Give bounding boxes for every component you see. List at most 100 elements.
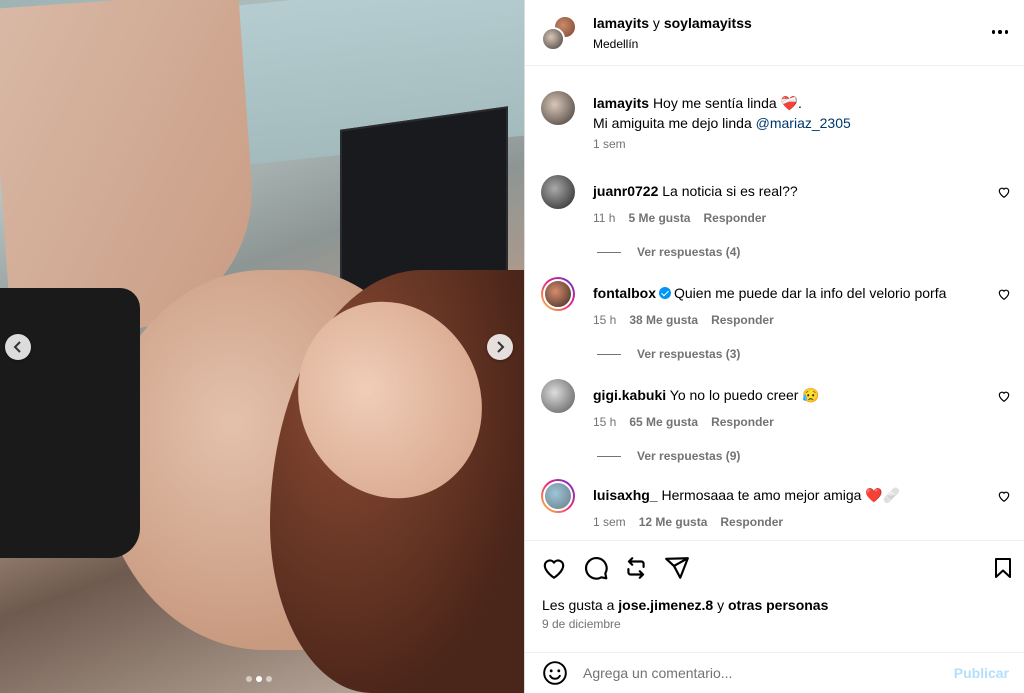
reply-button[interactable]: Responder [711, 415, 774, 429]
post-authors: lamayits y soylamayitss [593, 15, 752, 31]
likes-summary: Les gusta a jose.jimenez.8 y otras perso… [542, 597, 828, 613]
comment-time[interactable]: 1 sem [593, 515, 626, 529]
reply-button[interactable]: Responder [711, 313, 774, 327]
comment-time[interactable]: 15 h [593, 313, 616, 327]
verified-icon [659, 287, 671, 299]
more-icon [991, 30, 996, 34]
carousel-dots [246, 676, 272, 682]
share-icon[interactable] [664, 555, 690, 581]
comment-meta: 15 h 38 Me gusta Responder [593, 313, 774, 327]
comment-item: fontalbox Quien me puede dar la info del … [541, 277, 1011, 367]
chevron-left-icon [13, 341, 21, 353]
comment-composer: Publicar [525, 652, 1024, 693]
comment-time[interactable]: 11 h [593, 211, 615, 225]
heart-icon[interactable] [997, 185, 1011, 199]
comment-body: Yo no lo puedo creer 😥 [669, 387, 820, 403]
more-options-button[interactable] [988, 20, 1012, 44]
location-link[interactable]: Medellín [593, 37, 752, 51]
replies-label: Ver respuestas (4) [637, 245, 741, 259]
carousel-dot [266, 676, 272, 682]
heart-icon[interactable] [997, 389, 1011, 403]
comment-input[interactable] [583, 661, 943, 685]
likes-others-link[interactable]: otras personas [728, 597, 828, 613]
avatar[interactable] [541, 379, 575, 413]
carousel-dot [246, 676, 252, 682]
likes-user-link[interactable]: jose.jimenez.8 [618, 597, 713, 613]
mention-link[interactable]: @mariaz_2305 [756, 115, 851, 131]
comment-text: fontalbox Quien me puede dar la info del … [593, 283, 993, 303]
post-header: lamayits y soylamayitss Medellín [525, 0, 1024, 66]
authors-conjunction: y [649, 14, 664, 31]
chevron-right-icon [497, 341, 505, 353]
post-actions [525, 540, 1024, 596]
carousel-dot-active [256, 676, 262, 682]
post-panel: lamayits y soylamayitss Medellín lamayit… [524, 0, 1024, 693]
comment-username[interactable]: lamayits [593, 95, 649, 111]
likes-prefix: Les gusta a [542, 597, 619, 613]
more-icon-dot [998, 30, 1002, 34]
caption-text: lamayits Hoy me sentía linda ❤️‍🩹. Mi am… [593, 93, 993, 133]
caption-line: Mi amiguita me dejo linda [593, 115, 756, 131]
comment-time[interactable]: 15 h [593, 415, 616, 429]
post-date[interactable]: 9 de diciembre [542, 617, 621, 631]
more-icon-dot [1004, 30, 1009, 34]
comment-likes[interactable]: 5 Me gusta [628, 211, 690, 225]
comment-item: luisaxhg_ Hermosaaa te amo mejor amiga ❤… [541, 479, 1011, 539]
caption-punctuation: . [798, 95, 802, 111]
reply-button[interactable]: Responder [703, 211, 766, 225]
caption-emoji: ❤️‍🩹 [780, 95, 798, 111]
reply-button[interactable]: Responder [720, 515, 783, 529]
view-replies-button[interactable]: Ver respuestas (4) [597, 245, 740, 259]
photo-top [0, 288, 140, 558]
comment-meta: 1 sem 12 Me gusta Responder [593, 515, 783, 529]
comment-username[interactable]: gigi.kabuki [593, 387, 666, 403]
collab-avatars[interactable] [541, 14, 577, 51]
comment-username[interactable]: fontalbox [593, 285, 656, 301]
heart-icon[interactable] [997, 489, 1011, 503]
repost-icon[interactable] [623, 555, 649, 581]
avatar-story-ring[interactable] [541, 277, 575, 311]
likes-conjunction: y [713, 597, 728, 613]
prev-media-button[interactable] [5, 334, 31, 360]
post-media[interactable] [0, 0, 524, 693]
comment-username[interactable]: luisaxhg_ [593, 487, 658, 503]
replies-divider [597, 455, 621, 457]
caption-line: Hoy me sentía linda [652, 95, 781, 111]
comment-text: luisaxhg_ Hermosaaa te amo mejor amiga ❤… [593, 485, 993, 505]
view-replies-button[interactable]: Ver respuestas (9) [597, 449, 740, 463]
comment-body: Quien me puede dar la info del velorio p… [674, 285, 947, 301]
replies-divider [597, 251, 621, 253]
view-replies-button[interactable]: Ver respuestas (3) [597, 347, 740, 361]
comment-text: juanr0722 La noticia si es real?? [593, 181, 993, 201]
publish-button[interactable]: Publicar [954, 665, 1009, 681]
heart-icon[interactable] [541, 555, 567, 581]
author-link[interactable]: lamayits [593, 15, 649, 31]
replies-divider [597, 353, 621, 355]
avatar[interactable] [541, 175, 575, 209]
caption-time[interactable]: 1 sem [593, 137, 626, 151]
emoji-icon[interactable] [542, 660, 568, 686]
comment-body: Hermosaaa te amo mejor amiga ❤️🩹 [661, 487, 901, 503]
comment-likes[interactable]: 65 Me gusta [629, 415, 698, 429]
avatar [541, 26, 565, 51]
comment-meta: 15 h 65 Me gusta Responder [593, 415, 774, 429]
comment-body: La noticia si es real?? [662, 183, 798, 199]
author-link[interactable]: soylamayitss [664, 15, 752, 31]
avatar[interactable] [541, 91, 575, 125]
comment-likes[interactable]: 38 Me gusta [629, 313, 698, 327]
comment-item: gigi.kabuki Yo no lo puedo creer 😥 15 h … [541, 379, 1011, 469]
comment-likes[interactable]: 12 Me gusta [639, 515, 708, 529]
save-icon[interactable] [991, 555, 1015, 581]
caption: lamayits Hoy me sentía linda ❤️‍🩹. Mi am… [541, 91, 1011, 151]
comment-icon[interactable] [583, 555, 609, 581]
replies-label: Ver respuestas (3) [637, 347, 741, 361]
comment-item: juanr0722 La noticia si es real?? 11 h 5… [541, 175, 1011, 265]
heart-icon[interactable] [997, 287, 1011, 301]
comment-text: gigi.kabuki Yo no lo puedo creer 😥 [593, 385, 993, 405]
replies-label: Ver respuestas (9) [637, 449, 741, 463]
next-media-button[interactable] [487, 334, 513, 360]
avatar [543, 481, 573, 511]
avatar-story-ring[interactable] [541, 479, 575, 513]
comments-list[interactable]: lamayits Hoy me sentía linda ❤️‍🩹. Mi am… [525, 67, 1024, 539]
comment-username[interactable]: juanr0722 [593, 183, 658, 199]
